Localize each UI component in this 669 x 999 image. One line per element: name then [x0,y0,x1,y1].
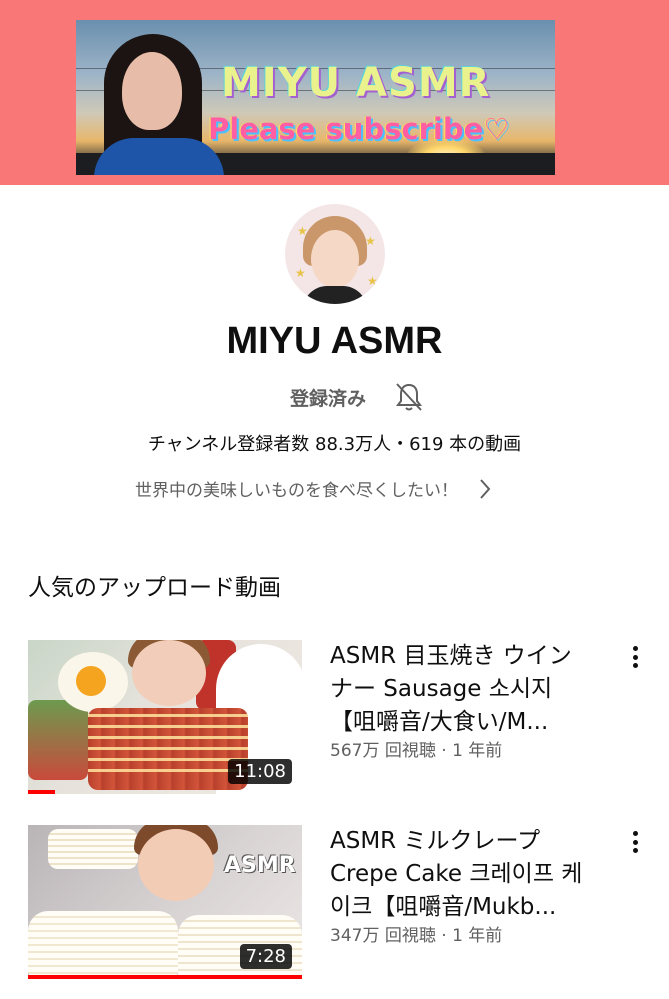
notifications-off-icon[interactable] [394,381,424,413]
channel-stats: チャンネル登録者数 88.3万人・619 本の動画 [147,434,522,455]
video-thumbnail[interactable]: ASMR 7:28 [28,825,302,979]
subscribed-button[interactable]: 登録済み [290,384,366,411]
more-options-icon[interactable] [622,827,648,857]
channel-avatar[interactable]: ★ ★ ★ ★ [285,204,385,304]
channel-description: 世界中の美味しいものを食べ尽くしたい！ [135,481,458,501]
banner-subtitle: Please subscribe♡ [208,112,510,146]
subscription-row: 登録済み [290,382,424,412]
star-icon: ★ [295,266,306,280]
banner-image: MIYU ASMR Please subscribe♡ [76,20,555,175]
video-thumbnail[interactable]: 11:08 [28,640,302,794]
watch-progress-bar [28,790,56,794]
section-title: 人気のアップロード動画 [28,575,281,601]
channel-description-row[interactable]: 世界中の美味しいものを食べ尽くしたい！ [135,476,492,501]
chevron-right-icon [480,478,491,499]
banner-title: MIYU ASMR [221,60,491,106]
channel-banner: MIYU ASMR Please subscribe♡ [0,0,669,185]
banner-person [90,30,224,175]
video-duration: 11:08 [228,759,292,784]
video-title[interactable]: ASMR 目玉焼き ウインナー Sausage 소시지【咀嚼音/大食い/M... [330,640,592,739]
video-title[interactable]: ASMR ミルクレープ Crepe Cake 크레이프 케이크【咀嚼音/Mukb… [330,825,592,924]
star-icon: ★ [365,234,376,248]
video-duration: 7:28 [239,944,292,969]
video-item[interactable]: ASMR 7:28 ASMR ミルクレープ Crepe Cake 크레이프 케이… [0,825,669,985]
video-item[interactable]: 11:08 ASMR 目玉焼き ウインナー Sausage 소시지【咀嚼音/大食… [0,640,669,800]
video-meta: 347万 回視聴 · 1 年前 [330,926,503,946]
star-icon: ★ [297,224,308,238]
video-meta: 567万 回視聴 · 1 年前 [330,741,503,761]
more-options-icon[interactable] [622,642,648,672]
thumbnail-asmr-text: ASMR [224,853,296,878]
watch-progress-bar [28,975,302,979]
star-icon: ★ [367,274,378,288]
channel-name: MIYU ASMR [226,320,443,362]
